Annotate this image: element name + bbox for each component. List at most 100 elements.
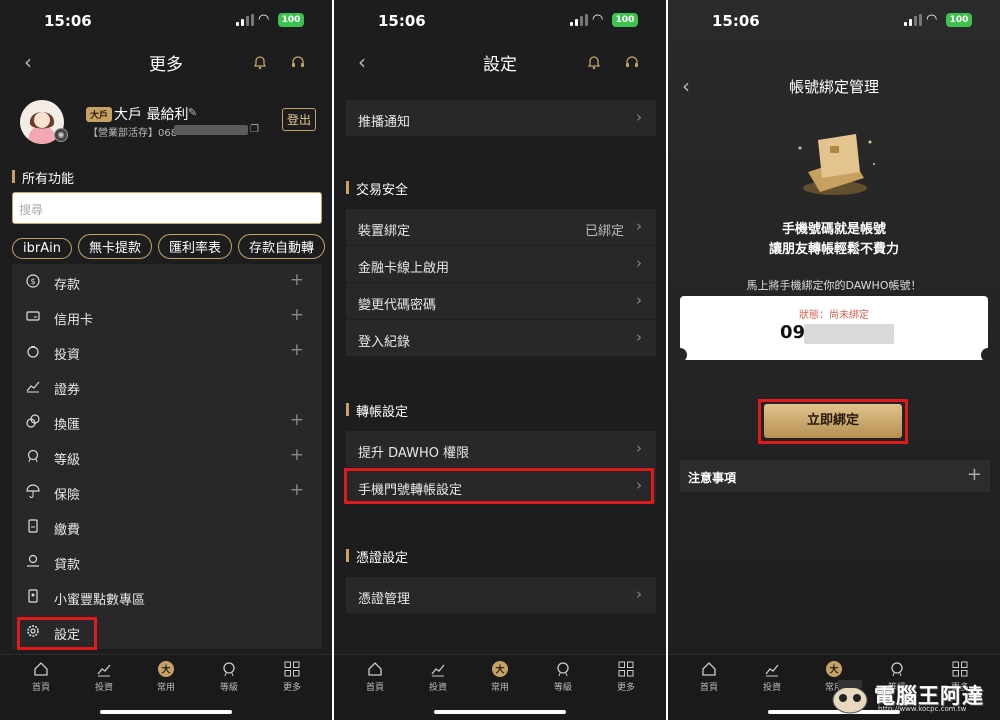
setting-push-notification[interactable]: 推播通知 › <box>346 100 656 137</box>
menu-item-credit-card[interactable]: 信用卡 + <box>12 299 322 334</box>
menu-item-securities[interactable]: 證券 <box>12 369 322 404</box>
tab-home[interactable]: 首頁 <box>689 661 729 693</box>
tab-label: 等級 <box>553 683 572 693</box>
chip-cardless-withdraw[interactable]: 無卡提款 <box>77 234 152 259</box>
function-menu: $ 存款 + 信用卡 + 投資 + 證券 換匯 + 等級 + 保險 + 繳費 貸款 小蜜豐點數… <box>12 264 322 649</box>
menu-item-bill-pay[interactable]: 繳費 <box>12 509 322 544</box>
setting-certificate-management[interactable]: 憑證管理 › <box>346 577 656 614</box>
tab-invest[interactable]: 投資 <box>84 661 124 693</box>
hand-coin-icon <box>27 554 39 567</box>
points-card-icon <box>28 589 38 603</box>
highlight-box-bind-button <box>758 399 908 444</box>
svg-text:大: 大 <box>161 664 170 676</box>
page-title: 帳號綁定管理 <box>788 78 879 96</box>
medal-icon <box>27 449 39 463</box>
chip-ibrain[interactable]: ibrAin <box>12 238 72 259</box>
section-title-transfer: 轉帳設定 <box>345 401 408 420</box>
status-bar: 15:06 ◠ 100 <box>334 0 666 40</box>
expand-plus-icon[interactable]: + <box>290 305 304 325</box>
tab-favorites[interactable]: 大常用 <box>146 661 186 693</box>
expand-plus-icon[interactable]: + <box>290 445 304 465</box>
camera-icon[interactable]: ◉ <box>54 128 68 142</box>
card-icon <box>26 311 40 321</box>
tab-label: 等級 <box>219 683 238 693</box>
search-input[interactable]: 搜尋 <box>12 192 322 224</box>
tab-level[interactable]: 等級 <box>543 661 583 693</box>
bell-icon[interactable] <box>586 54 602 70</box>
chip-auto-transfer[interactable]: 存款自動轉 <box>237 234 325 259</box>
tagline-line-1: 手機號碼就是帳號 <box>781 222 886 237</box>
tab-home[interactable]: 首頁 <box>355 661 395 693</box>
chevron-right-icon: › <box>636 585 642 603</box>
setting-login-history[interactable]: 登入紀錄 › <box>346 320 656 357</box>
menu-item-loan[interactable]: 貸款 <box>12 544 322 579</box>
setting-device-binding[interactable]: 裝置綁定 已綁定 › <box>346 209 656 246</box>
copy-icon[interactable]: ❐ <box>250 124 259 135</box>
level-badge: 大戶 <box>86 107 113 122</box>
status-bar: 15:06 ◠ 100 <box>668 0 1000 40</box>
setting-label: 推播通知 <box>358 115 411 130</box>
chip-exchange-rates[interactable]: 匯利率表 <box>157 234 232 259</box>
expand-plus-icon[interactable]: + <box>967 464 982 485</box>
menu-item-points[interactable]: 小蜜豐點數專區 <box>12 579 322 614</box>
expand-plus-icon[interactable]: + <box>290 410 304 430</box>
tab-label: 首頁 <box>699 683 718 693</box>
edit-pencil-icon[interactable]: ✎ <box>188 106 197 119</box>
grid-icon <box>618 661 634 677</box>
tab-label: 投資 <box>428 683 447 693</box>
home-icon <box>702 662 716 676</box>
menu-item-invest[interactable]: 投資 + <box>12 334 322 369</box>
site-watermark: 電腦王阿達 http://www.kocpc.com.tw <box>824 676 994 716</box>
tab-more[interactable]: 更多 <box>272 661 312 693</box>
grid-icon <box>952 661 968 677</box>
section-title-certificate: 憑證設定 <box>345 547 408 566</box>
tab-label: 首頁 <box>31 683 50 693</box>
expand-plus-icon[interactable]: + <box>290 340 304 360</box>
expand-plus-icon[interactable]: + <box>290 270 304 290</box>
signal-icon <box>570 14 588 26</box>
tab-level[interactable]: 等級 <box>209 661 249 693</box>
battery-indicator: 100 <box>612 13 638 27</box>
expand-plus-icon[interactable]: + <box>290 480 304 500</box>
wifi-icon: ◠ <box>258 12 270 27</box>
setting-card-activation[interactable]: 金融卡線上啟用 › <box>346 246 656 283</box>
setting-label: 提升 DAWHO 權限 <box>358 446 470 461</box>
trend-icon <box>765 664 779 677</box>
trend-icon <box>97 664 111 677</box>
setting-change-password[interactable]: 變更代碼密碼 › <box>346 283 656 320</box>
tab-home[interactable]: 首頁 <box>21 661 61 693</box>
status-time: 15:06 <box>44 12 92 30</box>
logout-button[interactable]: 登出 <box>281 108 316 131</box>
umbrella-icon <box>26 484 40 498</box>
chevron-right-icon: › <box>636 254 642 272</box>
dawho-logo-icon: 大 <box>826 661 842 677</box>
chevron-right-icon: › <box>636 108 642 126</box>
medal-icon <box>223 662 235 677</box>
tab-favorites[interactable]: 大常用 <box>480 661 520 693</box>
menu-item-exchange[interactable]: 換匯 + <box>12 404 322 439</box>
dawho-logo-icon: 大 <box>492 661 508 677</box>
tab-label: 常用 <box>490 683 509 693</box>
chevron-right-icon: › <box>636 439 642 457</box>
notice-accordion[interactable]: 注意事項 + <box>680 460 990 492</box>
headset-icon[interactable] <box>624 54 640 70</box>
home-icon <box>368 662 382 676</box>
menu-label: 等級 <box>54 453 81 468</box>
setting-upgrade-dawho[interactable]: 提升 DAWHO 權限 › <box>346 431 656 468</box>
menu-item-insurance[interactable]: 保險 + <box>12 474 322 509</box>
tab-invest[interactable]: 投資 <box>418 661 458 693</box>
menu-item-level[interactable]: 等級 + <box>12 439 322 474</box>
tab-invest[interactable]: 投資 <box>752 661 792 693</box>
wifi-icon: ◠ <box>592 12 604 27</box>
tab-label: 投資 <box>762 683 781 693</box>
menu-label: 信用卡 <box>54 313 94 328</box>
highlight-box-phone-transfer <box>344 468 654 504</box>
binding-hint: 馬上將手機綁定你的DAWHO帳號！ <box>746 279 922 292</box>
menu-item-deposit[interactable]: $ 存款 + <box>12 264 322 299</box>
headset-icon[interactable] <box>290 54 306 70</box>
setting-label: 變更代碼密碼 <box>358 298 437 313</box>
menu-label: 貸款 <box>54 558 81 573</box>
bell-icon[interactable] <box>252 54 268 70</box>
wifi-icon: ◠ <box>926 12 938 27</box>
tab-more[interactable]: 更多 <box>606 661 646 693</box>
